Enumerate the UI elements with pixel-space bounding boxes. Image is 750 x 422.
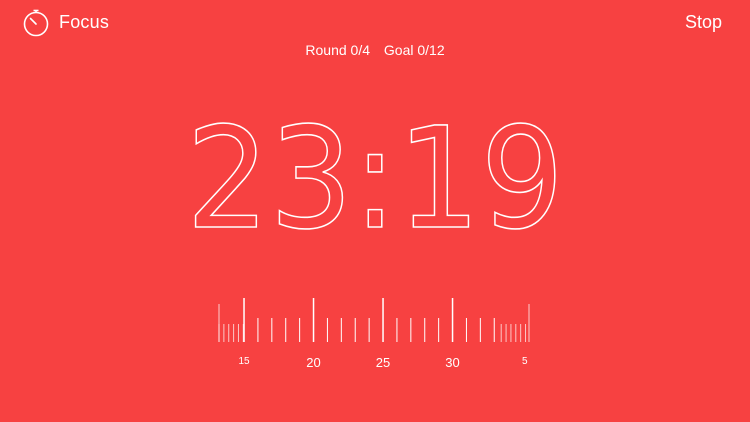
time-readout: 23:19 [186, 102, 564, 242]
progress-summary: Round 0/4 Goal 0/12 [0, 42, 750, 58]
time-display: 23:19 [185, 102, 565, 242]
top-bar: Focus Stop [0, 0, 750, 48]
stop-button[interactable]: Stop [685, 12, 722, 33]
scale-label: 20 [306, 355, 320, 370]
round-counter: Round 0/4 [305, 42, 370, 58]
scale-label: 5 [522, 356, 528, 367]
scale-label: 30 [445, 355, 459, 370]
mode-label: Focus [59, 12, 110, 32]
minute-scale[interactable]: 15 20 25 30 5 [0, 292, 750, 382]
goal-counter: Goal 0/12 [383, 42, 445, 58]
scale-label: 25 [376, 355, 390, 370]
stopwatch-icon[interactable] [22, 9, 50, 37]
scale-label: 15 [238, 356, 250, 367]
